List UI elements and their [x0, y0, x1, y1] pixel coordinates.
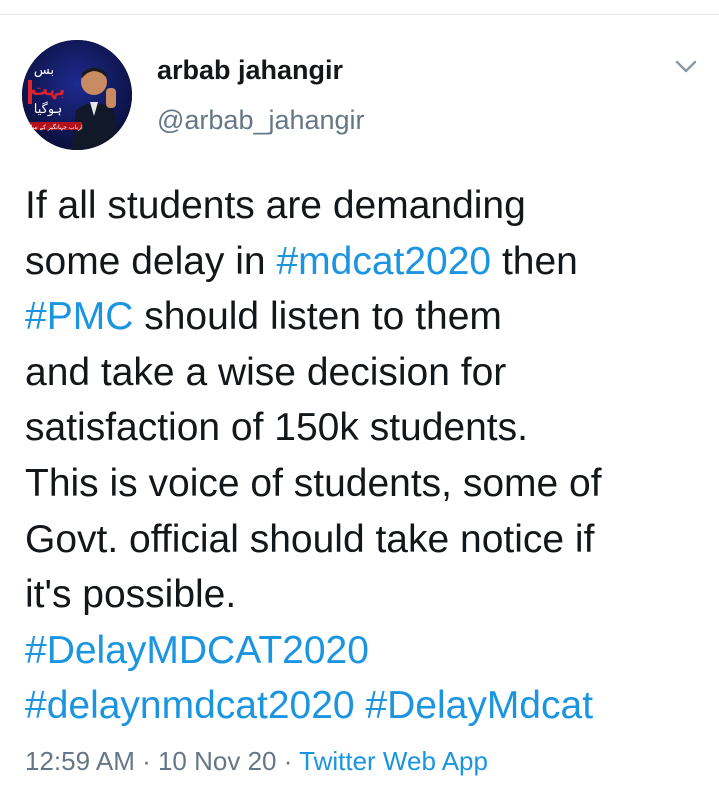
hashtag-link[interactable]: #DelayMdcat [365, 684, 593, 727]
tweet-line: This is voice of students, some of [25, 456, 705, 512]
hashtag-link[interactable]: #mdcat2020 [276, 240, 491, 283]
tweet-text-fragment: then [491, 239, 578, 283]
avatar-title-1: بس [34, 63, 54, 78]
hashtag-link[interactable]: #delaynmdcat2020 [25, 684, 355, 727]
tweet-line: Govt. official should take notice if [25, 512, 705, 568]
tweet-line: #PMC should listen to them [25, 289, 705, 345]
tweet-text: If all students are demanding some delay… [25, 178, 705, 734]
separator-dot: · [134, 746, 158, 776]
tweet-text-fragment: it's possible. [25, 573, 237, 617]
tweet-line: If all students are demanding [25, 178, 705, 234]
avatar-image: بس بہت ہوگیا ارباب جہانگیر کے ساتھ [22, 40, 132, 150]
tweet-line: some delay in #mdcat2020 then [25, 234, 705, 290]
tweet-line: and take a wise decision for [25, 345, 705, 401]
tweet-text-fragment: and take a wise decision for [25, 350, 507, 394]
avatar[interactable]: بس بہت ہوگیا ارباب جہانگیر کے ساتھ [22, 40, 132, 150]
tweet-text-fragment: should listen to them [133, 295, 502, 339]
separator-dot: · [276, 746, 300, 776]
tweet-text-fragment: Govt. official should take notice if [25, 517, 595, 561]
tweet-text-fragment: satisfaction of 150k students. [25, 406, 528, 450]
hashtag-link[interactable]: #DelayMDCAT2020 [25, 629, 369, 672]
chevron-down-icon[interactable] [674, 58, 698, 76]
tweet-date[interactable]: 10 Nov 20 [158, 746, 277, 776]
tweet-time[interactable]: 12:59 AM [25, 746, 135, 776]
user-handle[interactable]: @arbab_jahangir [157, 105, 365, 136]
tweet-text-fragment: If all students are demanding [25, 184, 526, 227]
avatar-title-3: ہوگیا [34, 101, 62, 117]
display-name[interactable]: arbab jahangir [157, 55, 343, 86]
tweet-line: #delaynmdcat2020 #DelayMdcat [25, 678, 705, 734]
hashtag-link[interactable]: #PMC [25, 295, 133, 338]
tweet-line: satisfaction of 150k students. [25, 400, 705, 456]
tweet-line: #DelayMDCAT2020 [25, 623, 705, 679]
tweet-metadata: 12:59 AM · 10 Nov 20 · Twitter Web App [25, 746, 488, 777]
tweet-text-fragment: some delay in [25, 239, 277, 283]
tweet-text-fragment [355, 684, 366, 727]
tweet-line: it's possible. [25, 567, 705, 623]
avatar-title-2: بہت [31, 80, 65, 100]
avatar-caption: ارباب جہانگیر کے ساتھ [25, 123, 83, 131]
tweet-text-fragment: This is voice of students, some of [25, 461, 602, 505]
tweet-source-link[interactable]: Twitter Web App [299, 746, 488, 776]
top-divider [0, 14, 719, 15]
